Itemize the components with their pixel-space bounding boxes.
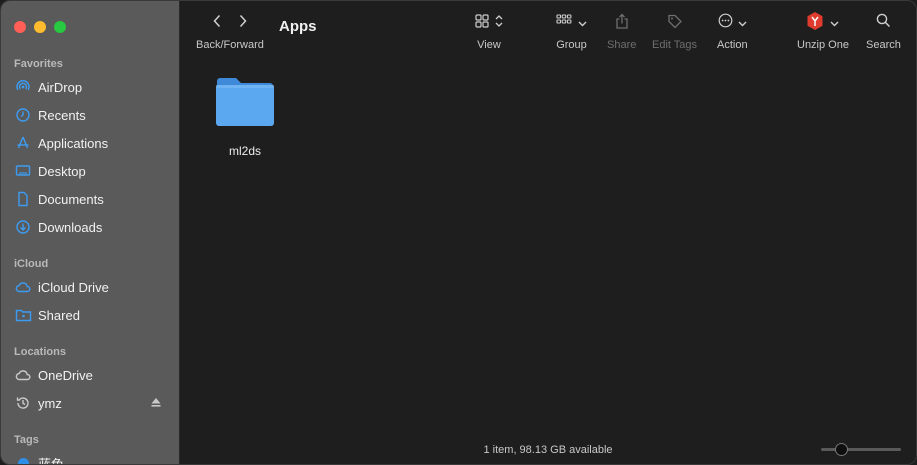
action-label: Action — [717, 39, 748, 51]
slider-knob[interactable] — [835, 443, 848, 456]
toolbar: Back/Forward Apps View Group Share Edit … — [180, 1, 916, 61]
tag-icon — [667, 13, 683, 34]
share-label: Share — [607, 39, 637, 51]
shared-folder-icon — [14, 306, 32, 324]
group-grid-icon — [556, 13, 572, 33]
chevron-left-icon[interactable] — [212, 14, 222, 33]
view-button[interactable]: View — [475, 13, 503, 51]
sidebar-item-label: Shared — [38, 307, 80, 323]
back-forward-group: Back/Forward — [196, 13, 264, 51]
zoom-button[interactable] — [54, 21, 66, 33]
cloud-icon — [14, 278, 32, 296]
sidebar-item-documents[interactable]: Documents — [14, 188, 170, 210]
sidebar-item-label: Documents — [38, 191, 104, 207]
applications-icon — [14, 134, 32, 152]
time-machine-icon — [14, 394, 32, 412]
sidebar-item-label: Desktop — [38, 163, 86, 179]
folder-item[interactable]: ml2ds — [215, 75, 275, 158]
locations-heading: Locations — [14, 346, 66, 358]
grid-view-icon — [475, 13, 489, 33]
tags-heading: Tags — [14, 434, 39, 446]
icon-size-slider[interactable] — [821, 443, 901, 456]
sidebar-item-applications[interactable]: Applications — [14, 132, 170, 154]
sidebar-item-shared[interactable]: Shared — [14, 304, 170, 326]
chevron-down-icon — [578, 14, 587, 32]
sidebar-item-label: Applications — [38, 135, 109, 151]
sidebar: Favorites AirDrop Recents Applications D… — [1, 1, 180, 465]
edit-tags-button[interactable]: Edit Tags — [652, 13, 697, 51]
sidebar-item-airdrop[interactable]: AirDrop — [14, 76, 170, 98]
favorites-heading: Favorites — [14, 58, 63, 70]
unzip-one-button[interactable]: Unzip One — [797, 11, 849, 51]
document-icon — [14, 190, 32, 208]
clock-icon — [14, 106, 32, 124]
desktop-icon — [14, 162, 32, 180]
action-button[interactable]: Action — [717, 13, 748, 51]
sidebar-item-label: Downloads — [38, 219, 103, 235]
folder-name: ml2ds — [228, 144, 261, 158]
edit-tags-label: Edit Tags — [652, 39, 698, 51]
sidebar-item-label: AirDrop — [38, 79, 83, 95]
sidebar-item-ymz[interactable]: ymz — [14, 392, 170, 414]
slider-track — [821, 448, 901, 451]
sidebar-item-onedrive[interactable]: OneDrive — [14, 364, 170, 386]
folder-icon — [215, 75, 275, 132]
status-bar-text: 1 item, 98.13 GB available — [483, 444, 613, 456]
tag-color-icon — [14, 454, 32, 464]
sidebar-item-recents[interactable]: Recents — [14, 104, 170, 126]
chevron-down-icon — [738, 14, 747, 32]
share-button[interactable]: Share — [607, 13, 636, 51]
sidebar-item-desktop[interactable]: Desktop — [14, 160, 170, 182]
sidebar-item-icloud-drive[interactable]: iCloud Drive — [14, 276, 170, 298]
sidebar-item-downloads[interactable]: Downloads — [14, 216, 170, 238]
window-title: Apps — [279, 18, 317, 35]
eject-icon[interactable] — [150, 396, 162, 411]
icloud-heading: iCloud — [14, 258, 49, 270]
close-button[interactable] — [14, 21, 26, 33]
group-label: Group — [556, 39, 587, 51]
back-forward-label: Back/Forward — [196, 39, 264, 51]
sidebar-item-label: Recents — [38, 107, 86, 123]
sidebar-item-label: OneDrive — [38, 367, 93, 383]
main-content: Back/Forward Apps View Group Share Edit … — [180, 1, 916, 464]
sidebar-item-tag-blue[interactable]: 蓝色 — [14, 452, 170, 465]
airdrop-icon — [14, 78, 32, 96]
ellipsis-circle-icon — [718, 13, 733, 33]
up-down-chevron-icon — [495, 14, 503, 33]
minimize-button[interactable] — [34, 21, 46, 33]
unzip-one-label: Unzip One — [797, 39, 849, 51]
search-label: Search — [866, 39, 901, 51]
sidebar-item-label: ymz — [38, 395, 62, 411]
chevron-down-icon — [830, 14, 839, 32]
unzip-app-icon — [806, 11, 824, 36]
search-button[interactable]: Search — [866, 13, 901, 51]
search-icon — [876, 13, 891, 33]
view-label: View — [477, 39, 501, 51]
download-icon — [14, 218, 32, 236]
cloud-outline-icon — [14, 366, 32, 384]
share-icon — [615, 13, 629, 34]
chevron-right-icon[interactable] — [238, 14, 248, 33]
sidebar-item-label: iCloud Drive — [38, 279, 109, 295]
group-button[interactable]: Group — [556, 13, 587, 51]
window-controls — [14, 21, 66, 33]
sidebar-item-label: 蓝色 — [38, 456, 65, 465]
finder-window: Favorites AirDrop Recents Applications D… — [0, 0, 917, 465]
